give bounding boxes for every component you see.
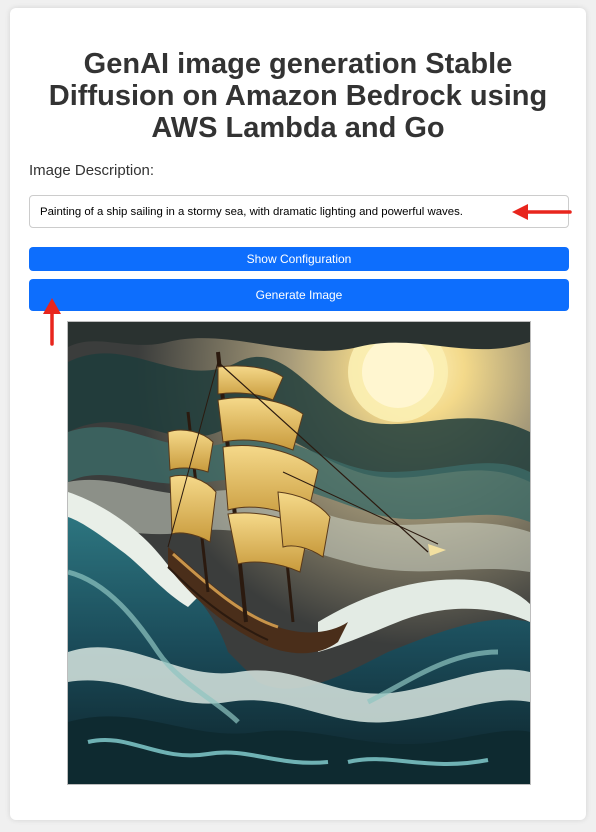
annotation-arrow-up-icon bbox=[43, 298, 61, 346]
page-title: GenAI image generation Stable Diffusion … bbox=[48, 48, 548, 144]
generate-image-button[interactable]: Generate Image bbox=[29, 279, 569, 311]
image-description-input[interactable] bbox=[29, 195, 569, 228]
generated-image bbox=[67, 321, 531, 785]
show-configuration-button[interactable]: Show Configuration bbox=[29, 247, 569, 271]
image-description-label: Image Description: bbox=[29, 162, 155, 179]
ship-painting-image bbox=[68, 322, 530, 784]
app-card: GenAI image generation Stable Diffusion … bbox=[10, 8, 586, 820]
annotation-arrow-left-icon bbox=[512, 204, 572, 220]
